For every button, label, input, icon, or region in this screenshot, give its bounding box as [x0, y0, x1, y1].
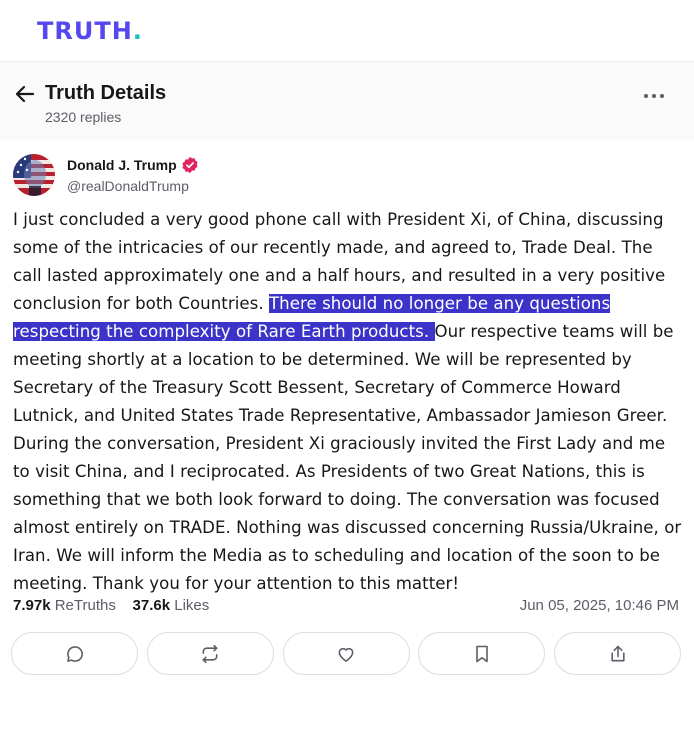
top-bar: TRUTH.	[0, 0, 694, 62]
author-handle[interactable]: @realDonaldTrump	[67, 178, 189, 194]
arrow-left-icon	[15, 85, 35, 103]
retruth-icon	[202, 644, 218, 663]
like-button[interactable]	[282, 632, 410, 675]
post-timestamp: Jun 05, 2025, 10:46 PM	[519, 597, 679, 614]
likes-stat[interactable]: 37.6k Likes	[133, 597, 210, 614]
back-button[interactable]	[13, 82, 37, 106]
post-stats: 7.97k ReTruths 37.6k Likes Jun 05, 2025,…	[13, 597, 679, 614]
like-icon	[338, 647, 354, 662]
post-text-end: Our respective teams will be meeting sho…	[13, 322, 682, 593]
more-options-button[interactable]	[642, 84, 666, 108]
reply-button[interactable]	[11, 632, 138, 675]
retruth-button[interactable]	[146, 632, 274, 675]
author-name[interactable]: Donald J. Trump	[67, 156, 199, 174]
action-bar	[11, 632, 681, 675]
more-horizontal-icon	[644, 94, 664, 98]
truth-logo[interactable]: TRUTH.	[37, 17, 143, 45]
share-icon	[610, 645, 625, 661]
avatar[interactable]	[13, 154, 55, 196]
reply-icon	[66, 645, 83, 662]
bookmark-button[interactable]	[418, 632, 546, 675]
post-body: I just concluded a very good phone call …	[13, 206, 683, 598]
bookmark-icon	[475, 645, 488, 662]
verified-badge-icon	[182, 156, 198, 174]
details-header: Truth Details 2320 replies	[0, 62, 694, 140]
page-title: Truth Details	[45, 82, 167, 104]
reply-count: 2320 replies	[45, 109, 122, 125]
retruths-stat[interactable]: 7.97k ReTruths	[13, 597, 116, 614]
share-button[interactable]	[554, 632, 681, 675]
